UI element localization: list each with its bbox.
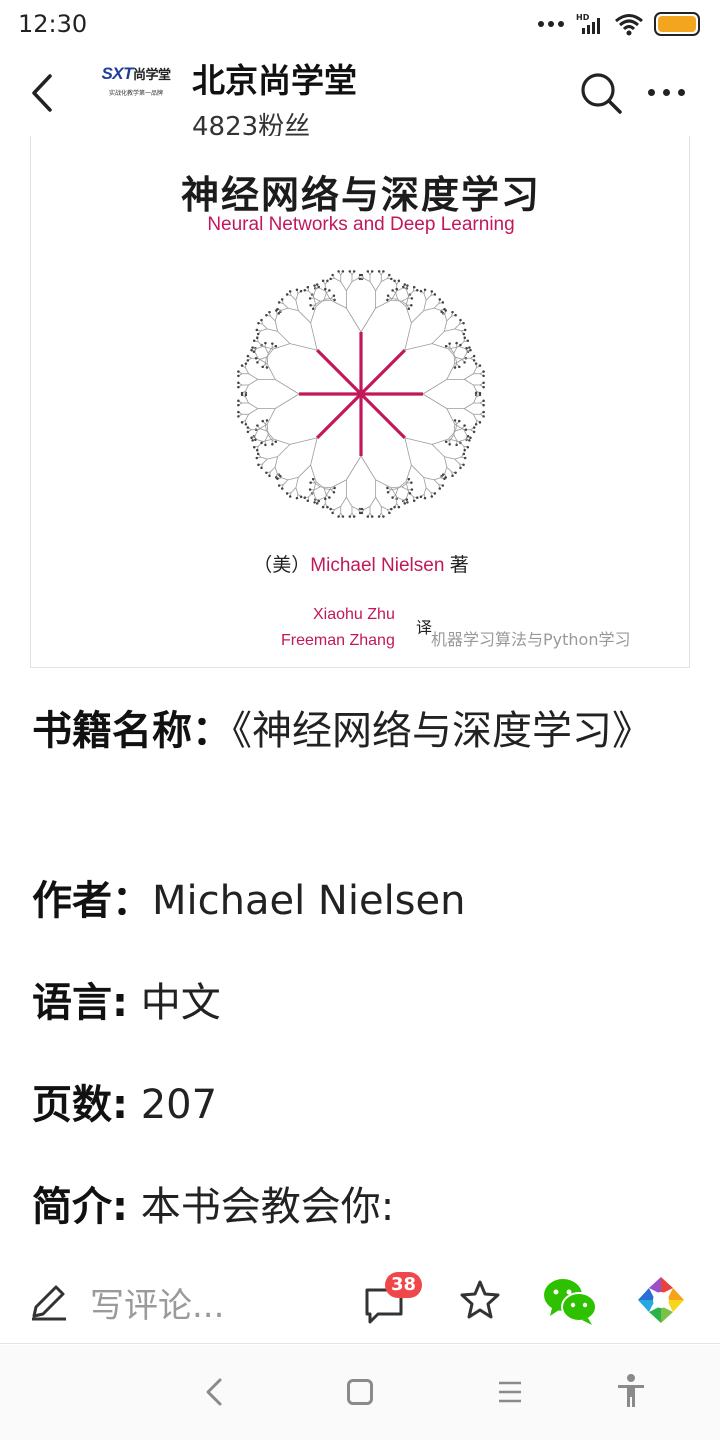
accessibility-icon[interactable] xyxy=(616,1373,646,1409)
logo-brand-cn: 尚学堂 xyxy=(133,67,171,82)
account-logo[interactable]: SXT尚学堂 实战化教学第一品牌 xyxy=(100,64,172,104)
battery-icon xyxy=(654,12,700,36)
author-suffix: 著 xyxy=(449,555,469,576)
more-button[interactable] xyxy=(648,82,692,102)
language-label: 语言: xyxy=(32,980,128,1026)
notification-dots-icon xyxy=(538,21,564,27)
language-value: 中文 xyxy=(140,980,221,1026)
fractal-tree-illustration xyxy=(237,270,485,518)
status-icons: HD xyxy=(538,12,700,36)
star-icon[interactable] xyxy=(458,1278,502,1322)
language-line: 语言: 中文 xyxy=(32,972,221,1034)
bottom-action-bar: 写评论... 38 xyxy=(0,1260,720,1344)
system-navigation-bar xyxy=(0,1345,720,1440)
author-value: Michael Nielsen xyxy=(152,878,466,924)
logo-brand: SXT xyxy=(101,64,134,83)
translator-2: Freeman Zhang xyxy=(281,632,395,649)
author-label: 作者： xyxy=(32,878,152,924)
author-line: 作者：Michael Nielsen xyxy=(32,870,465,932)
search-button[interactable] xyxy=(578,70,624,116)
cover-translators: Xiaohu Zhu Freeman Zhang xyxy=(281,602,395,654)
author-name: Michael Nielsen xyxy=(310,555,445,576)
intro-line: 简介: 本书会教会你: xyxy=(32,1176,394,1238)
cover-subtitle: Neural Networks and Deep Learning xyxy=(207,214,515,235)
translate-mark: 译 xyxy=(416,618,433,637)
back-icon[interactable] xyxy=(200,1377,230,1407)
moments-icon[interactable] xyxy=(636,1275,686,1325)
author-prefix: （美） xyxy=(253,555,311,576)
back-button[interactable] xyxy=(24,70,64,116)
status-time: 12:30 xyxy=(18,10,88,38)
pen-icon[interactable] xyxy=(28,1280,70,1322)
book-cover-image[interactable]: 神经网络与深度学习 Neural Networks and Deep Learn… xyxy=(30,136,690,668)
cover-author: （美）Michael Nielsen 著 xyxy=(31,550,691,577)
book-name-line: 书籍名称：《神经网络与深度学习》 xyxy=(32,700,652,762)
translator-1: Xiaohu Zhu xyxy=(313,606,395,623)
wechat-icon[interactable] xyxy=(542,1276,598,1326)
logo-slogan: 实战化教学第一品牌 xyxy=(108,90,163,97)
account-name[interactable]: 北京尚学堂 xyxy=(192,54,357,102)
signal-icon: HD xyxy=(576,13,600,34)
pages-value: 207 xyxy=(140,1082,218,1128)
comment-input[interactable]: 写评论... xyxy=(90,1278,224,1327)
book-name-label: 书籍名称： xyxy=(32,708,232,754)
image-watermark: 机器学习算法与Python学习 xyxy=(431,630,631,649)
pages-line: 页数: 207 xyxy=(32,1074,217,1136)
book-name-value: 《神经网络与深度学习》 xyxy=(232,708,652,754)
svg-text:HD: HD xyxy=(576,13,590,22)
intro-value: 本书会教会你: xyxy=(140,1184,395,1230)
status-bar: 12:30 HD xyxy=(0,0,720,52)
wifi-icon xyxy=(615,14,643,36)
recent-apps-icon[interactable] xyxy=(497,1379,523,1405)
article-header: SXT尚学堂 实战化教学第一品牌 北京尚学堂 4823粉丝 xyxy=(0,52,720,142)
pages-label: 页数: xyxy=(32,1082,128,1128)
cover-title: 神经网络与深度学习 xyxy=(180,173,541,217)
home-icon[interactable] xyxy=(347,1379,373,1405)
intro-label: 简介: xyxy=(32,1184,128,1230)
comment-count-badge: 38 xyxy=(385,1272,423,1298)
